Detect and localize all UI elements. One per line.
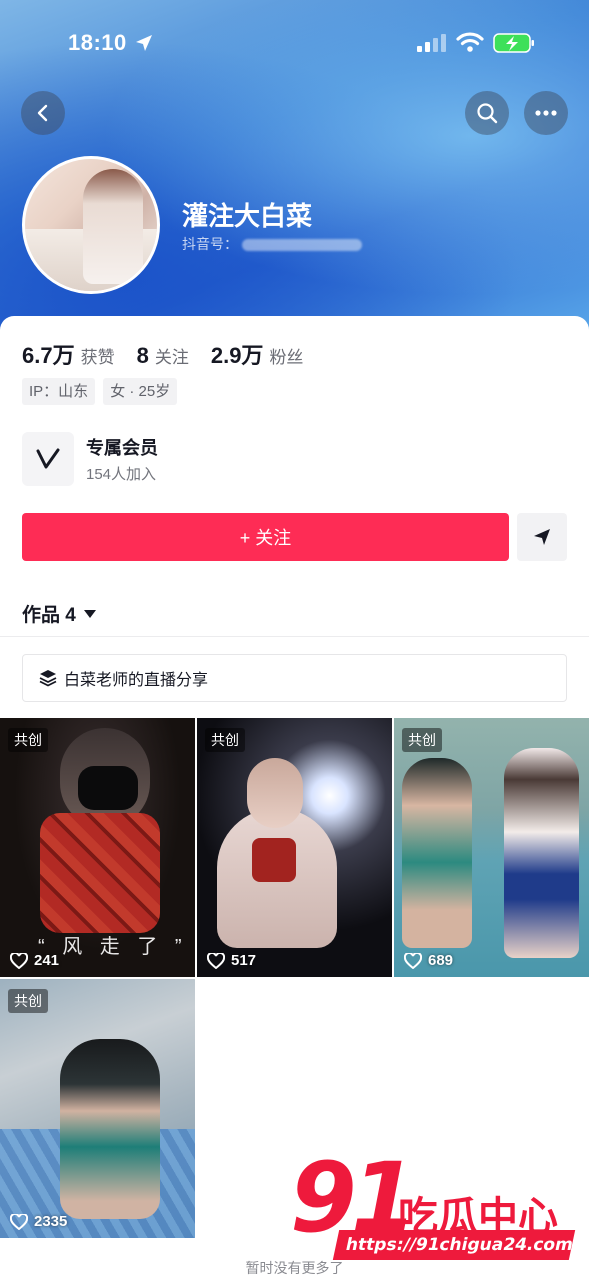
search-button[interactable] — [465, 91, 509, 135]
douyin-id[interactable]: 抖音号： — [182, 234, 362, 254]
video-thumbnail-mask — [78, 766, 138, 810]
video-tile-3[interactable]: 共创 689 — [394, 718, 589, 977]
douyin-id-redacted — [242, 239, 362, 252]
location-arrow-icon — [136, 35, 152, 51]
membership-entry[interactable]: 专属会员 154人加入 — [22, 432, 322, 486]
co-create-badge: 共创 — [8, 728, 48, 752]
video-tile-4[interactable]: 共创 2335 — [0, 979, 195, 1238]
membership-title: 专属会员 — [86, 438, 158, 458]
layers-icon — [39, 670, 57, 687]
video-thumbnail-figure — [504, 748, 579, 958]
video-likes: 2335 — [10, 1213, 67, 1230]
stat-followers-value: 2.9万 — [210, 343, 264, 368]
site-watermark: 91 吃瓜中心 https://91chigua24.com — [290, 1150, 580, 1260]
wifi-icon — [456, 32, 484, 52]
follow-button[interactable]: + 关注 — [22, 513, 509, 561]
no-more-text: 暂时没有更多了 — [245, 1260, 344, 1276]
video-likes-count: 241 — [34, 952, 60, 969]
video-likes: 517 — [207, 952, 256, 969]
more-dots-icon — [535, 110, 557, 116]
heart-icon — [10, 1213, 28, 1230]
works-tab-label: 作品 4 — [22, 605, 76, 626]
video-tile-2[interactable]: 共创 517 — [197, 718, 392, 977]
video-likes-count: 517 — [231, 952, 257, 969]
heart-icon — [10, 952, 28, 969]
divider — [0, 636, 589, 637]
video-thumbnail-figure — [402, 758, 472, 948]
heart-icon — [404, 952, 422, 969]
works-tab[interactable]: 作品 4 — [22, 600, 96, 627]
profile-stats: 6.7万 获赞 8 关注 2.9万 粉丝 — [22, 338, 325, 370]
caret-down-icon — [83, 609, 96, 618]
membership-subtitle: 154人加入 — [86, 466, 157, 483]
collection-entry[interactable]: 白菜老师的直播分享 — [22, 654, 567, 702]
stat-likes-label: 获赞 — [80, 348, 115, 367]
battery-charging-icon — [493, 33, 534, 53]
stat-followers[interactable]: 2.9万 粉丝 — [211, 338, 304, 370]
more-options-button[interactable] — [524, 91, 568, 135]
profile-tags: IP：山东 女 · 25岁 — [22, 378, 185, 405]
stat-following-value: 8 — [136, 343, 149, 368]
stat-likes[interactable]: 6.7万 获赞 — [22, 338, 115, 370]
video-likes: 689 — [404, 952, 453, 969]
co-create-badge: 共创 — [402, 728, 442, 752]
video-thumbnail-figure — [60, 1039, 160, 1219]
gender-age-tag: 女 · 25岁 — [103, 378, 178, 405]
paper-plane-icon — [534, 529, 550, 545]
status-bar: 18:10 — [0, 0, 589, 88]
search-icon — [477, 103, 498, 124]
co-create-badge: 共创 — [205, 728, 245, 752]
watermark-url: https://91chigua24.com — [332, 1230, 576, 1260]
chevron-left-icon — [37, 104, 48, 122]
profile-nickname: 灌注大白菜 — [182, 201, 313, 231]
cellular-signal-icon — [417, 34, 446, 52]
profile-banner: 18:10 灌注大白菜 抖音号： — [0, 0, 589, 340]
status-time: 18:10 — [68, 30, 127, 55]
ip-location-tag: IP：山东 — [22, 378, 96, 405]
membership-logo — [22, 432, 74, 486]
douyin-id-label: 抖音号： — [182, 236, 238, 252]
video-caption: “ 风 走 了 ” — [38, 936, 188, 958]
video-likes: 241 — [10, 952, 59, 969]
stat-followers-label: 粉丝 — [269, 348, 304, 367]
stat-likes-value: 6.7万 — [22, 343, 75, 368]
co-create-badge: 共创 — [8, 989, 48, 1013]
back-button[interactable] — [21, 91, 65, 135]
video-thumbnail-top — [252, 838, 296, 882]
video-tile-1[interactable]: 共创 “ 风 走 了 ” 241 — [0, 718, 195, 977]
heart-icon — [207, 952, 225, 969]
video-likes-count: 2335 — [34, 1213, 68, 1230]
avatar[interactable] — [22, 156, 160, 294]
video-thumbnail-head — [247, 758, 303, 828]
send-message-button[interactable] — [517, 513, 567, 561]
stat-following[interactable]: 8 关注 — [137, 343, 189, 369]
stat-following-label: 关注 — [154, 348, 189, 367]
video-likes-count: 689 — [428, 952, 454, 969]
vip-v-icon — [36, 448, 60, 469]
video-thumbnail-scarf — [40, 813, 160, 933]
avatar-photo-figure — [83, 169, 143, 284]
collection-label: 白菜老师的直播分享 — [64, 672, 209, 689]
